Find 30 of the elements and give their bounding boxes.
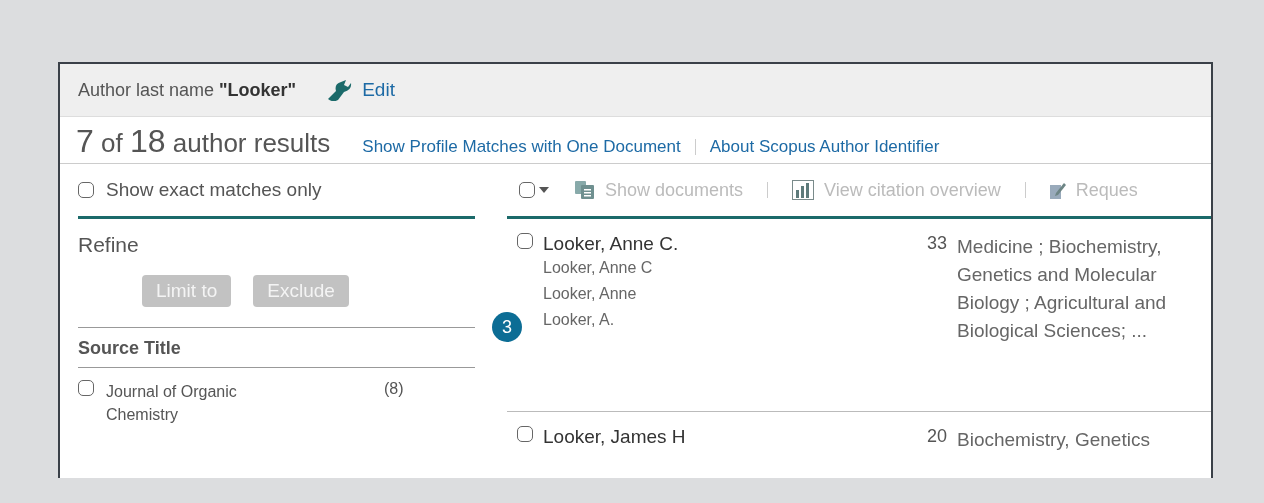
documents-icon [575,181,595,199]
name-variant: Looker, Anne [543,284,638,304]
checkbox[interactable] [78,182,94,198]
search-query: Author last name "Looker" [78,79,297,101]
select-all-checkbox[interactable] [519,182,535,198]
checkbox[interactable] [517,426,533,442]
author-name[interactable]: Looker, Anne C. [543,233,679,255]
filter-label: Journal of Organic Chemistry [106,382,238,426]
checkbox-label: Show exact matches only [106,179,322,201]
name-variant: Looker, A. [543,310,616,330]
checkbox[interactable] [78,380,94,396]
header-link[interactable]: About Scopus Author Identifier [709,137,940,157]
pencil-icon [1049,181,1066,199]
name-variant: Looker, Anne C [543,258,654,278]
checkbox[interactable] [517,233,533,249]
edit-link[interactable]: Edit [326,79,395,101]
source-title-heading: Source Title [78,328,475,368]
bar-chart-icon [792,180,815,200]
filter-count: (8) [384,380,404,399]
subject-areas: Medicine ; Biochemistry, Genetics and Molecular Biology ; Agricultural and Biological Sciences; ... [957,233,1211,411]
results-count: 7 of 18 author results [76,123,331,160]
document-count: 20 [927,426,949,448]
step-badge: 3 [492,312,522,342]
wrench-icon [326,79,353,101]
refine-heading: Refine [78,233,140,257]
header-link[interactable]: Show Profile Matches with One Document [362,137,681,157]
author-name[interactable]: Looker, James H [543,426,686,448]
document-count: 33 [927,233,949,255]
subject-areas: Biochemistry, Genetics [957,426,1211,478]
caret-icon[interactable] [539,187,549,193]
